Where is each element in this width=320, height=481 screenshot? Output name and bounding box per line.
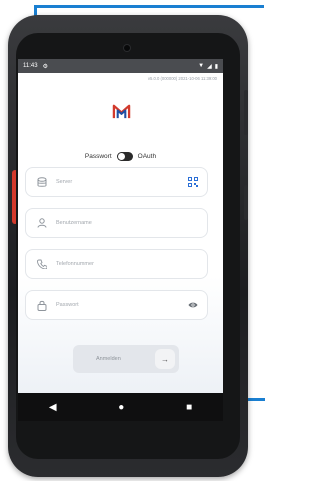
status-bar: 11:43 ⚙ ▼ ◢ ▮ (18, 59, 223, 73)
lock-icon (36, 299, 48, 311)
auth-toggle-row: Passwort OAuth (18, 152, 223, 161)
login-button-label: Anmelden (96, 356, 121, 362)
notification-icon: ⚙ (42, 63, 48, 70)
user-icon (36, 217, 48, 229)
wifi-icon: ▼ (198, 63, 205, 69)
callout-line-top-horizontal (34, 5, 264, 8)
auth-password-label: Passwort (84, 153, 112, 160)
version-text: v5.0.0 (000000) 2021-10-06 11:39:00 (147, 76, 217, 81)
arrow-right-icon[interactable]: → (155, 349, 175, 369)
login-button[interactable]: Anmelden → (73, 345, 179, 373)
nav-recents-icon[interactable]: ■ (186, 402, 192, 413)
battery-icon: ▮ (214, 63, 218, 70)
qr-code-icon[interactable] (188, 177, 198, 187)
status-time: 11:43 (23, 63, 38, 69)
nav-home-icon[interactable]: ● (118, 402, 124, 413)
password-field[interactable]: Passwort (25, 290, 208, 320)
front-camera (124, 45, 130, 51)
eye-icon[interactable] (188, 300, 198, 310)
side-button-upper (244, 90, 248, 135)
server-placeholder: Server (56, 179, 73, 185)
signal-icon: ◢ (207, 63, 212, 70)
app-logo (112, 104, 131, 119)
username-field[interactable]: Benutzername (25, 208, 208, 238)
password-placeholder: Passwort (56, 302, 79, 308)
server-field[interactable]: Server (25, 167, 208, 197)
toggle-knob (117, 153, 125, 160)
phone-icon (36, 258, 48, 270)
android-nav-bar: ◀ ● ■ (18, 393, 223, 421)
phone-field[interactable]: Telefonnummer (25, 249, 208, 279)
phone-placeholder: Telefonnummer (56, 261, 94, 267)
nav-back-icon[interactable]: ◀ (49, 402, 57, 413)
database-icon (36, 176, 48, 188)
side-button-lower (244, 185, 248, 220)
username-placeholder: Benutzername (56, 220, 92, 226)
app-screen: 11:43 ⚙ ▼ ◢ ▮ v5.0.0 (000000) 2021-10-06… (18, 59, 223, 421)
auth-toggle-switch[interactable] (116, 152, 133, 161)
auth-oauth-label: OAuth (137, 153, 157, 160)
